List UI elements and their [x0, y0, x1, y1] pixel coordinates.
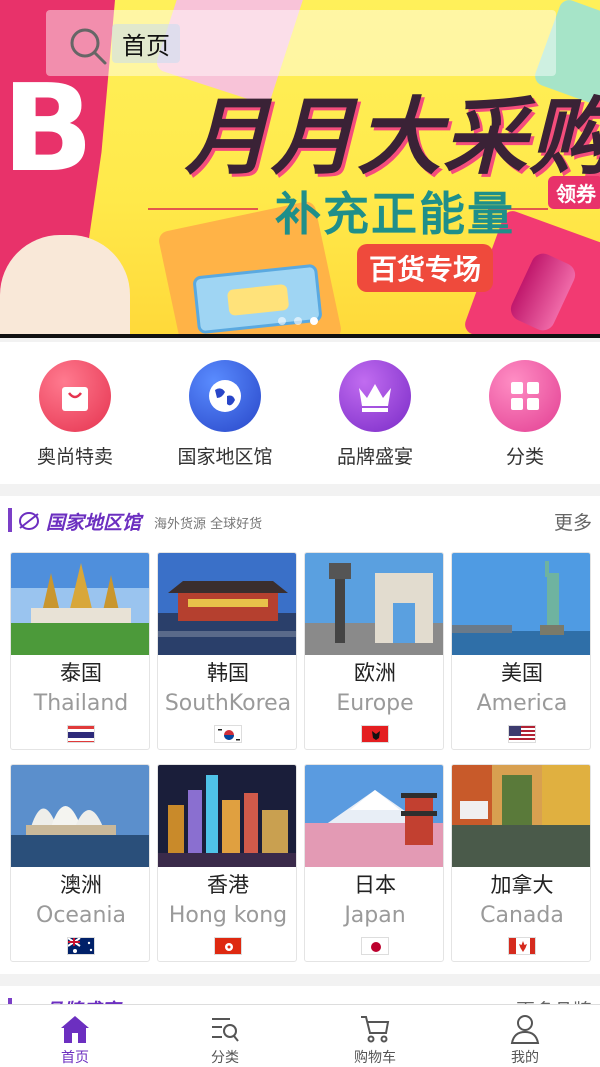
banner-pagination — [278, 317, 318, 325]
albania-flag-icon — [361, 725, 389, 743]
country-name-cn: 香港 — [207, 873, 249, 897]
pagination-dot[interactable] — [278, 317, 286, 325]
crown-icon — [339, 360, 411, 432]
globe-outline-icon — [19, 512, 39, 530]
coupon-tag[interactable]: 领券 — [548, 176, 600, 209]
country-card-europe[interactable]: 欧洲 Europe — [304, 552, 444, 750]
country-name-cn: 加拿大 — [490, 873, 554, 897]
thailand-flag-icon — [67, 725, 95, 743]
category-icon — [212, 1018, 239, 1042]
country-name-cn: 泰国 — [60, 661, 102, 685]
tab-label: 首页 — [61, 1050, 89, 1066]
pagination-dot-active[interactable] — [310, 317, 318, 325]
country-name-cn: 韩国 — [207, 661, 249, 685]
quick-entry-label: 品牌盛宴 — [336, 446, 413, 468]
australia-flag-icon — [67, 937, 95, 955]
section-accent-bar — [8, 508, 12, 532]
bottom-tab-bar: 首页 分类 购物车 我的 — [0, 1004, 600, 1067]
tab-label: 购物车 — [354, 1050, 396, 1066]
quick-entries: 奥尚特卖 国家地区馆 品牌盛宴 分类 — [0, 342, 600, 484]
canada-lake-photo — [452, 765, 590, 867]
canada-flag-icon — [508, 937, 536, 955]
quick-entry-sale[interactable]: 奥尚特卖 — [0, 342, 150, 484]
pagination-dot[interactable] — [294, 317, 302, 325]
tab-label: 分类 — [211, 1050, 239, 1066]
country-card-hong-kong[interactable]: 香港 Hong kong — [157, 764, 297, 962]
country-card-america[interactable]: 美国 America — [451, 552, 591, 750]
banner-decoration — [0, 235, 130, 334]
shopping-bag-icon — [39, 360, 111, 432]
europe-arch-photo — [305, 553, 443, 655]
tab-cart[interactable]: 购物车 — [300, 1005, 450, 1067]
cart-icon — [361, 1016, 390, 1043]
banner-big-letter: B — [2, 60, 94, 199]
quick-entry-label: 奥尚特卖 — [36, 446, 113, 468]
banner-divider — [148, 208, 258, 210]
search-input[interactable]: 首页 — [112, 23, 180, 63]
tab-home[interactable]: 首页 — [0, 1005, 150, 1067]
globe-icon — [189, 360, 261, 432]
country-name-en: Europe — [336, 691, 414, 716]
country-name-en: Canada — [480, 903, 564, 928]
banner-headline: 月月大采购 — [185, 88, 600, 186]
country-card-canada[interactable]: 加拿大 Canada — [451, 764, 591, 962]
country-card-oceania[interactable]: 澳洲 Oceania — [10, 764, 150, 962]
usa-flag-icon — [508, 725, 536, 743]
thailand-temple-photo — [11, 553, 149, 655]
country-name-en: Japan — [344, 903, 406, 928]
america-statue-photo — [452, 553, 590, 655]
profile-icon — [510, 1015, 540, 1044]
country-name-en: Oceania — [36, 903, 126, 928]
more-link[interactable]: 更多 — [554, 508, 592, 535]
tab-profile[interactable]: 我的 — [450, 1005, 600, 1067]
quick-entry-brand[interactable]: 品牌盛宴 — [300, 342, 450, 484]
tab-label: 我的 — [511, 1050, 539, 1066]
south-korea-palace-photo — [158, 553, 296, 655]
home-icon — [61, 1016, 89, 1043]
quick-entry-category[interactable]: 分类 — [450, 342, 600, 484]
grid-icon — [489, 360, 561, 432]
page: B 月月大采购 补充正能量 领券 百货专场 首页 奥尚特卖 国家地区馆 品牌盛宴… — [0, 0, 600, 1067]
hong-kong-skyline-photo — [158, 765, 296, 867]
japan-fuji-photo — [305, 765, 443, 867]
country-name-en: Thailand — [33, 691, 129, 716]
search-bar[interactable]: 首页 — [46, 10, 556, 76]
search-icon[interactable] — [46, 10, 107, 76]
country-grid: 泰国 Thailand 韩国 SouthKorea 欧洲 Europe 美国 A… — [10, 552, 592, 964]
section-title: 国家地区馆 — [46, 512, 142, 534]
country-name-cn: 日本 — [354, 873, 396, 897]
japan-flag-icon — [361, 937, 389, 955]
country-card-south-korea[interactable]: 韩国 SouthKorea — [157, 552, 297, 750]
country-name-cn: 澳洲 — [60, 873, 102, 897]
quick-entry-label: 国家地区馆 — [177, 446, 273, 468]
oceania-opera-house-photo — [11, 765, 149, 867]
quick-entry-country[interactable]: 国家地区馆 — [150, 342, 300, 484]
tab-category[interactable]: 分类 — [150, 1005, 300, 1067]
hong-kong-flag-icon — [214, 937, 242, 955]
quick-entry-label: 分类 — [505, 446, 544, 468]
country-name-en: SouthKorea — [164, 691, 292, 716]
country-card-japan[interactable]: 日本 Japan — [304, 764, 444, 962]
south-korea-flag-icon — [214, 725, 242, 743]
country-name-cn: 欧洲 — [354, 661, 396, 685]
country-name-en: America — [476, 691, 568, 716]
country-card-thailand[interactable]: 泰国 Thailand — [10, 552, 150, 750]
section-subtitle: 海外货源 全球好货 — [154, 517, 263, 532]
event-tag: 百货专场 — [357, 244, 494, 292]
section-header: 国家地区馆 海外货源 全球好货 更多 — [0, 496, 600, 544]
country-section: 国家地区馆 海外货源 全球好货 更多 泰国 Thailand 韩国 SouthK… — [0, 496, 600, 974]
country-name-cn: 美国 — [501, 661, 543, 685]
banner-subline: 补充正能量 — [275, 187, 515, 241]
country-name-en: Hong kong — [168, 903, 288, 928]
